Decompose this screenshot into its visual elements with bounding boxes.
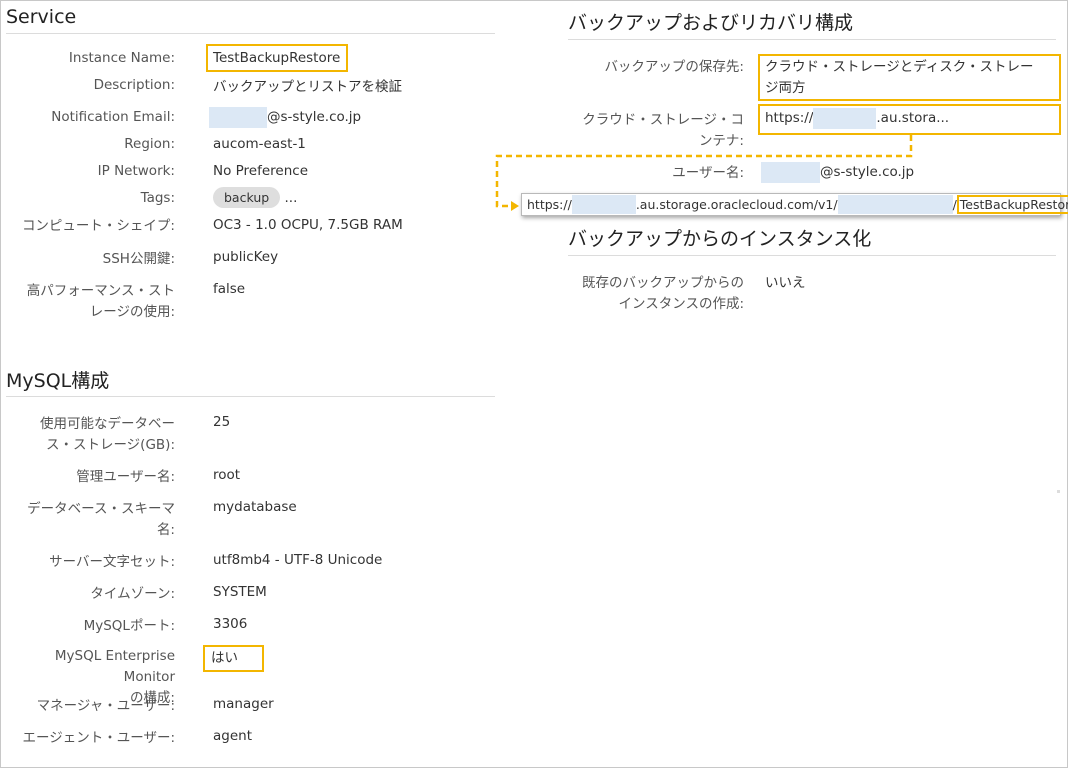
tag-backup[interactable]: backup — [213, 187, 281, 208]
high-perf-storage-value: false — [213, 281, 246, 297]
tags-more[interactable]: ... — [284, 190, 297, 206]
service-section-title: Service — [6, 6, 77, 28]
backup-destination-value: クラウド・ストレージとディスク・ストレー ジ両方 — [765, 59, 1034, 96]
mysql-section-title: MySQL構成 — [6, 370, 110, 392]
mysql-divider — [6, 396, 495, 397]
agent-user-label: エージェント・ユーザー: — [22, 730, 175, 746]
storage-container-label: クラウド・ストレージ・コ ンテナ: — [582, 112, 744, 149]
tags-value: backup ... — [213, 187, 297, 209]
charset-label: サーバー文字セット: — [49, 554, 175, 570]
schema-name-label: データベース・スキーマ 名: — [27, 501, 175, 538]
notification-email-label: Notification Email: — [51, 109, 175, 125]
schema-name-value: mydatabase — [213, 499, 297, 515]
high-perf-storage-label: 高パフォーマンス・スト レージの使用: — [26, 283, 175, 320]
tags-label: Tags: — [140, 190, 175, 206]
agent-user-value: agent — [213, 728, 252, 744]
timezone-value: SYSTEM — [213, 584, 267, 600]
admin-user-label: 管理ユーザー名: — [76, 469, 175, 485]
backup-username-value: @s-style.co.jp — [761, 162, 914, 183]
notification-email-value: @s-style.co.jp — [209, 107, 361, 128]
ssh-key-value: publicKey — [213, 249, 279, 265]
redacted-mask — [571, 195, 636, 214]
manager-user-value: manager — [213, 696, 274, 712]
mysql-port-label: MySQLポート: — [83, 618, 175, 634]
service-divider — [6, 33, 495, 34]
decorative-dot — [1057, 490, 1060, 493]
ssh-key-label: SSH公開鍵: — [102, 251, 175, 267]
description-label: Description: — [93, 77, 175, 93]
redacted-mask — [209, 107, 267, 128]
restore-from-backup-value: いいえ — [765, 275, 806, 291]
manager-user-label: マネージャ・ユーザー: — [36, 698, 175, 714]
container-url-tooltip: https://.au.storage.oraclecloud.com/v1//… — [521, 193, 1068, 216]
description-value: バックアップとリストアを検証 — [213, 79, 402, 95]
db-storage-value: 25 — [213, 414, 231, 430]
mysql-port-value: 3306 — [213, 616, 248, 632]
admin-user-value: root — [213, 467, 241, 483]
redacted-mask — [837, 195, 953, 214]
backup-username-label: ユーザー名: — [672, 165, 744, 181]
ip-network-value: No Preference — [213, 163, 309, 179]
region-label: Region: — [124, 136, 175, 152]
backup-destination-label: バックアップの保存先: — [604, 59, 744, 75]
instance-name-label: Instance Name: — [68, 50, 175, 66]
restore-section-title: バックアップからのインスタンス化 — [568, 228, 872, 250]
backup-divider — [568, 39, 1056, 40]
compute-shape-value: OC3 - 1.0 OCPU, 7.5GB RAM — [213, 217, 403, 233]
charset-value: utf8mb4 - UTF-8 Unicode — [213, 552, 383, 568]
restore-from-backup-label: 既存のバックアップからの インスタンスの作成: — [582, 275, 744, 312]
storage-container-value: https://.au.stora... — [765, 108, 949, 129]
compute-shape-label: コンピュート・シェイプ: — [21, 218, 175, 234]
ip-network-label: IP Network: — [97, 163, 175, 179]
instance-name-value: TestBackupRestore — [213, 50, 341, 66]
db-storage-label: 使用可能なデータベー ス・ストレージ(GB): — [40, 416, 175, 453]
enterprise-monitor-value: はい — [211, 650, 238, 666]
restore-divider — [568, 255, 1056, 256]
redacted-mask — [761, 162, 820, 183]
backup-section-title: バックアップおよびリカバリ構成 — [568, 12, 854, 34]
redacted-mask — [813, 108, 877, 129]
region-value: aucom-east-1 — [213, 136, 306, 152]
timezone-label: タイムゾーン: — [90, 586, 175, 602]
url-container-highlight: TestBackupRestore — [956, 195, 1068, 214]
